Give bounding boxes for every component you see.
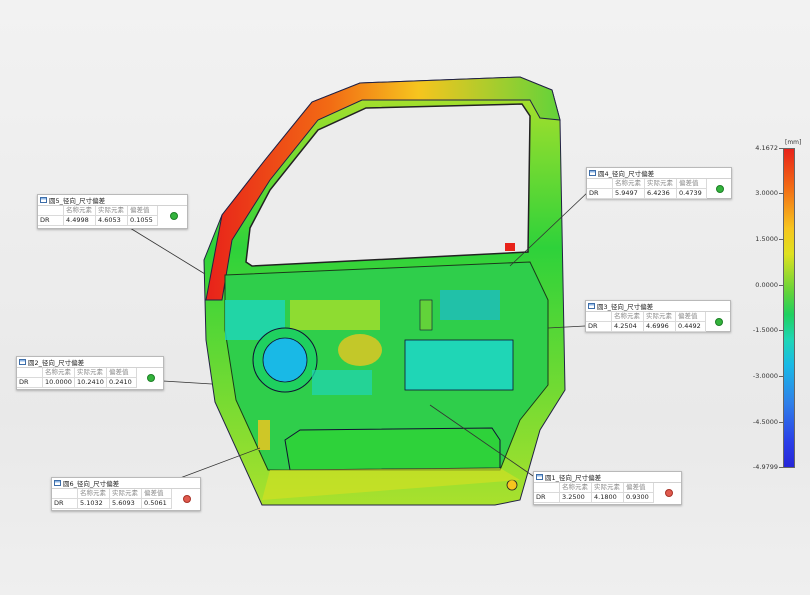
callout-actual: 4.6053 [96,216,128,226]
scale-tick: -1.5000 [748,326,783,334]
callout-title-bar: 圆4_径向_尺寸偏差 [587,168,731,179]
callout-circle6[interactable]: 圆6_径向_尺寸偏差 名称元素 实际元素 偏差值 DR 5.1032 5.609… [51,477,201,511]
scale-tick: -4.5000 [748,418,783,426]
status-indicator [158,206,187,226]
callout-title: 圆4_径向_尺寸偏差 [598,170,655,178]
status-indicator [137,368,163,388]
table-icon [40,197,47,203]
callout-title: 圆2_径向_尺寸偏差 [28,359,85,367]
table-icon [589,170,596,176]
callout-nominal: 5.1032 [78,499,110,509]
callout-actual: 6.4236 [645,189,677,199]
callout-nominal: 3.2500 [560,493,592,503]
header-nominal: 名称元素 [64,206,96,216]
header-deviation: 偏差值 [128,206,158,216]
table-icon [54,480,61,486]
callout-title: 圆5_径向_尺寸偏差 [49,197,106,205]
scale-tick: -4.9799 [748,463,783,471]
header-actual: 实际元素 [592,483,624,493]
header-actual: 实际元素 [75,368,107,378]
callout-circle3[interactable]: 圆3_径向_尺寸偏差 名称元素 实际元素 偏差值 DR 4.2504 4.699… [585,300,731,332]
callout-actual: 4.1800 [592,493,624,503]
callout-deviation: 0.4492 [676,322,706,332]
pass-status-icon [147,374,155,382]
scale-tick: 3.0000 [748,189,783,197]
header-nominal: 名称元素 [560,483,592,493]
callout-title-bar: 圆3_径向_尺寸偏差 [586,301,730,312]
callout-deviation: 0.2410 [107,378,137,388]
callout-title-bar: 圆6_径向_尺寸偏差 [52,478,200,489]
header-nominal: 名称元素 [612,312,644,322]
callout-actual: 10.2410 [75,378,107,388]
header-actual: 实际元素 [96,206,128,216]
status-indicator [706,312,730,332]
fail-status-icon [664,489,673,497]
header-nominal: 名称元素 [43,368,75,378]
callout-title: 圆1_径向_尺寸偏差 [545,474,602,482]
header-deviation: 偏差值 [677,179,707,189]
callout-actual: 4.6996 [644,322,676,332]
callout-title: 圆3_径向_尺寸偏差 [597,303,654,311]
callout-deviation: 0.4739 [677,189,707,199]
callout-type: DR [534,493,560,503]
callout-type: DR [17,378,43,388]
callout-actual: 5.6093 [110,499,142,509]
scale-tick: 1.5000 [748,235,783,243]
pass-status-icon [716,185,724,193]
scale-tick: 4.1672 [748,144,783,152]
scale-tick: -3.0000 [748,372,783,380]
table-icon [19,359,26,365]
table-icon [536,474,543,480]
callout-nominal: 4.2504 [612,322,644,332]
callout-type: DR [586,322,612,332]
callout-title-bar: 圆2_径向_尺寸偏差 [17,357,163,368]
callout-type: DR [587,189,613,199]
scale-unit: [mm] [785,139,802,146]
callout-deviation: 0.1055 [128,216,158,226]
callout-circle2[interactable]: 圆2_径向_尺寸偏差 名称元素 实际元素 偏差值 DR 10.0000 10.2… [16,356,164,390]
callout-circle5[interactable]: 圆5_径向_尺寸偏差 名称元素 实际元素 偏差值 DR 4.4998 4.605… [37,194,188,229]
status-indicator [654,483,681,503]
callout-circle1[interactable]: 圆1_径向_尺寸偏差 名称元素 实际元素 偏差值 DR 3.2500 4.180… [533,471,682,505]
header-deviation: 偏差值 [107,368,137,378]
status-indicator [172,489,200,509]
header-nominal: 名称元素 [613,179,645,189]
callout-nominal: 5.9497 [613,189,645,199]
callout-deviation: 0.5061 [142,499,172,509]
callout-nominal: 10.0000 [43,378,75,388]
table-icon [588,303,595,309]
header-actual: 实际元素 [644,312,676,322]
callout-title-bar: 圆5_径向_尺寸偏差 [38,195,187,206]
header-deviation: 偏差值 [142,489,172,499]
pass-status-icon [715,318,723,326]
pass-status-icon [169,212,178,220]
callout-title: 圆6_径向_尺寸偏差 [63,480,120,488]
header-actual: 实际元素 [645,179,677,189]
callout-nominal: 4.4998 [64,216,96,226]
header-deviation: 偏差值 [624,483,654,493]
header-actual: 实际元素 [110,489,142,499]
callout-title-bar: 圆1_径向_尺寸偏差 [534,472,681,483]
status-indicator [707,179,731,199]
callout-type: DR [52,499,78,509]
callout-type: DR [38,216,64,226]
header-nominal: 名称元素 [78,489,110,499]
color-scale-bar [783,148,795,468]
header-deviation: 偏差值 [676,312,706,322]
callout-circle4[interactable]: 圆4_径向_尺寸偏差 名称元素 实际元素 偏差值 DR 5.9497 6.423… [586,167,732,199]
scale-tick: 0.0000 [748,281,783,289]
fail-status-icon [183,495,191,503]
door-panel [203,76,566,506]
callout-deviation: 0.9300 [624,493,654,503]
